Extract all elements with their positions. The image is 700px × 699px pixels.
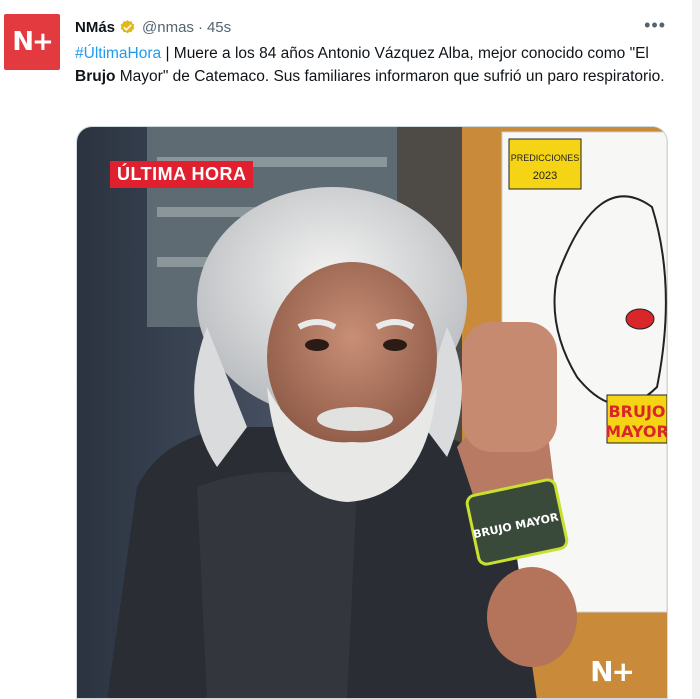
poster-label-2: 2023: [533, 170, 557, 182]
tweet-text: #ÚltimaHora | Muere a los 84 años Antoni…: [75, 42, 665, 88]
tweet-text-part1: | Muere a los 84 años Antonio Vázquez Al…: [161, 45, 649, 62]
nmas-watermark-logo: N+: [590, 655, 635, 688]
more-horizontal-icon[interactable]: •••: [644, 16, 666, 34]
poster-brujo: BRUJO: [608, 402, 665, 421]
poster-label-1: PREDICCIONES: [511, 153, 580, 163]
nmas-logo: N+: [12, 27, 54, 57]
timestamp[interactable]: 45s: [207, 19, 231, 36]
hashtag-link[interactable]: #ÚltimaHora: [75, 45, 161, 62]
separator: ·: [197, 18, 203, 36]
verified-badge-icon: [119, 19, 136, 36]
breaking-news-badge: ÚLTIMA HORA: [110, 161, 254, 188]
tweet-text-bold: Brujo: [75, 68, 116, 85]
avatar[interactable]: N+: [4, 14, 60, 70]
account-handle[interactable]: @nmas: [142, 19, 194, 36]
scrollbar[interactable]: [692, 0, 700, 699]
tweet-text-part2: Mayor" de Catemaco. Sus familiares infor…: [115, 68, 665, 85]
tweet-media-image[interactable]: PREDICCIONES 2023 BRUJO MAYOR BRUJO MAYO…: [76, 126, 668, 699]
tweet-header: NMás @nmas · 45s: [75, 16, 231, 38]
account-name[interactable]: NMás: [75, 19, 115, 36]
poster-mayor: MAYOR: [605, 422, 668, 441]
photo-illustration: PREDICCIONES 2023 BRUJO MAYOR BRUJO MAYO…: [77, 127, 668, 698]
